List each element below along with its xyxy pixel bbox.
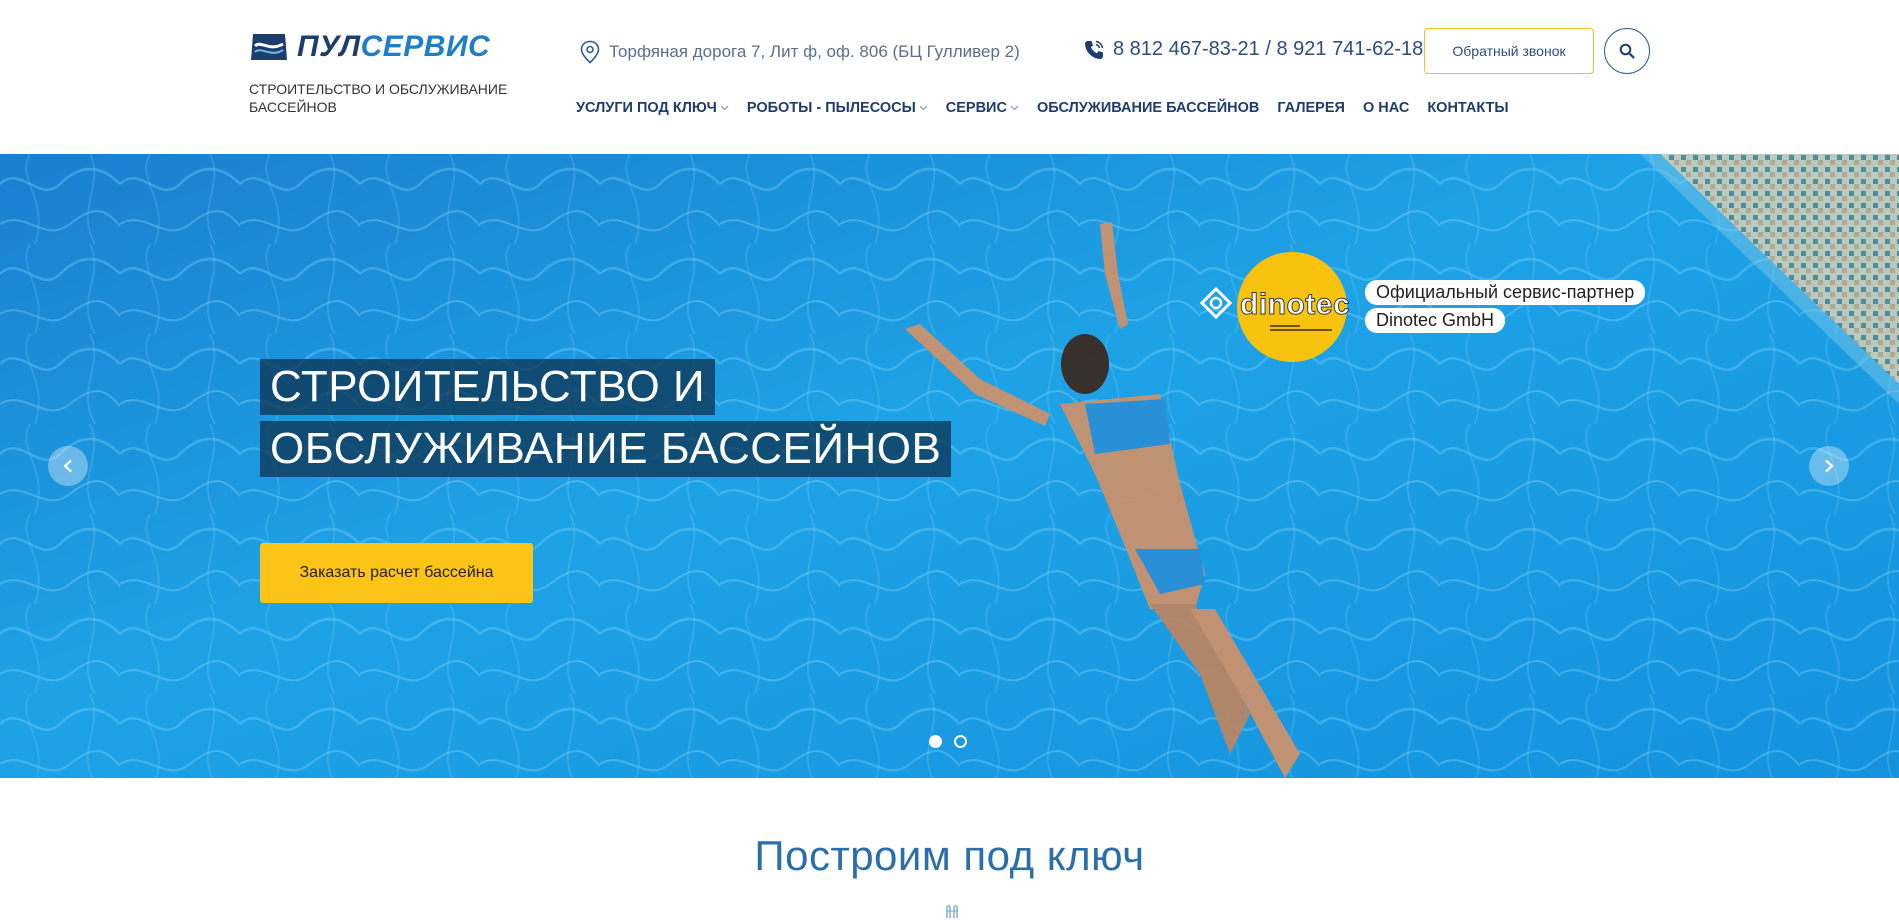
- nav-item-label: ОБСЛУЖИВАНИЕ БАССЕЙНОВ: [1036, 100, 1260, 116]
- wave-decoration-icon: [946, 904, 958, 918]
- address-text: Торфяная дорога 7, Лит ф, оф. 806 (БЦ Гу…: [609, 42, 1020, 61]
- address[interactable]: Торфяная дорога 7, Лит ф, оф. 806 (БЦ Гу…: [579, 40, 1020, 64]
- slider-dot-1[interactable]: [929, 735, 942, 748]
- phones-text: 8 812 467-83-21 / 8 921 741-62-18: [1113, 38, 1424, 60]
- nav-item-label: О НАС: [1362, 100, 1410, 116]
- hero-slider: СТРОИТЕЛЬСТВО И ОБСЛУЖИВАНИЕ БАССЕЙНОВ З…: [0, 154, 1899, 778]
- search-icon: [1619, 43, 1635, 59]
- dinotec-logo-icon: [1200, 287, 1232, 319]
- nav-item-contacts[interactable]: КОНТАКТЫ: [1427, 100, 1508, 116]
- logo-text-part1: ПУЛ: [297, 30, 361, 63]
- map-pin-icon: [580, 40, 600, 64]
- nav-item-label: ГАЛЕРЕЯ: [1277, 100, 1345, 116]
- slider-dot-2[interactable]: [954, 735, 967, 748]
- order-calculation-button[interactable]: Заказать расчет бассейна: [260, 543, 533, 603]
- nav-item-robots[interactable]: РОБОТЫ - ПЫЛЕСОСЫ: [747, 100, 928, 116]
- nav-item-gallery[interactable]: ГАЛЕРЕЯ: [1277, 100, 1345, 116]
- nav-item-about[interactable]: О НАС: [1363, 100, 1409, 116]
- tagline: СТРОИТЕЛЬСТВО И ОБСЛУЖИВАНИЕ БАССЕЙНОВ: [249, 81, 508, 115]
- nav-item-label: СЕРВИС: [945, 100, 1007, 116]
- main-nav: УСЛУГИ ПОД КЛЮЧ РОБОТЫ - ПЫЛЕСОСЫ СЕРВИС…: [576, 100, 1509, 116]
- chevron-down-icon: [919, 105, 928, 111]
- search-button[interactable]: [1604, 28, 1650, 74]
- nav-item-maintenance[interactable]: ОБСЛУЖИВАНИЕ БАССЕЙНОВ: [1037, 100, 1259, 116]
- logo-text: ПУЛСЕРВИС: [297, 30, 490, 64]
- chevron-down-icon: [1010, 105, 1019, 111]
- slider-prev-button[interactable]: [48, 446, 88, 486]
- chevron-down-icon: [720, 105, 729, 111]
- logo-text-part2: СЕРВИС: [360, 30, 491, 63]
- slider-next-button[interactable]: [1809, 446, 1849, 486]
- phones[interactable]: 8 812 467-83-21 / 8 921 741-62-18: [1083, 38, 1423, 61]
- nav-item-turnkey[interactable]: УСЛУГИ ПОД КЛЮЧ: [576, 100, 729, 116]
- phone-icon: [1085, 40, 1104, 59]
- chevron-right-icon: [1825, 459, 1834, 473]
- nav-item-label: РОБОТЫ - ПЫЛЕСОСЫ: [746, 100, 916, 116]
- partner-brand-text: dinotec: [1239, 288, 1351, 322]
- slider-dots: [929, 735, 967, 748]
- nav-item-label: УСЛУГИ ПОД КЛЮЧ: [576, 100, 717, 116]
- logo-mark-icon: [251, 34, 287, 60]
- section-title: Построим под ключ: [754, 832, 1145, 879]
- logo-link[interactable]: ПУЛСЕРВИС: [249, 30, 490, 64]
- partner-logo-tagline-graphic: [1270, 325, 1332, 331]
- hero-title: СТРОИТЕЛЬСТВО И ОБСЛУЖИВАНИЕ БАССЕЙНОВ: [260, 359, 952, 477]
- hero-title-line1: СТРОИТЕЛЬСТВО И: [260, 359, 716, 415]
- nav-item-label: КОНТАКТЫ: [1427, 100, 1509, 116]
- site-header: ПУЛСЕРВИС СТРОИТЕЛЬСТВО И ОБСЛУЖИВАНИЕ Б…: [0, 0, 1899, 154]
- callback-button[interactable]: Обратный звонок: [1424, 28, 1594, 74]
- partner-badge-line1: Официальный сервис-партнер: [1365, 280, 1646, 305]
- hero-title-line2: ОБСЛУЖИВАНИЕ БАССЕЙНОВ: [260, 421, 952, 477]
- chevron-left-icon: [63, 459, 72, 473]
- partner-badge-line2: Dinotec GmbH: [1365, 308, 1506, 333]
- nav-item-service[interactable]: СЕРВИС: [946, 100, 1019, 116]
